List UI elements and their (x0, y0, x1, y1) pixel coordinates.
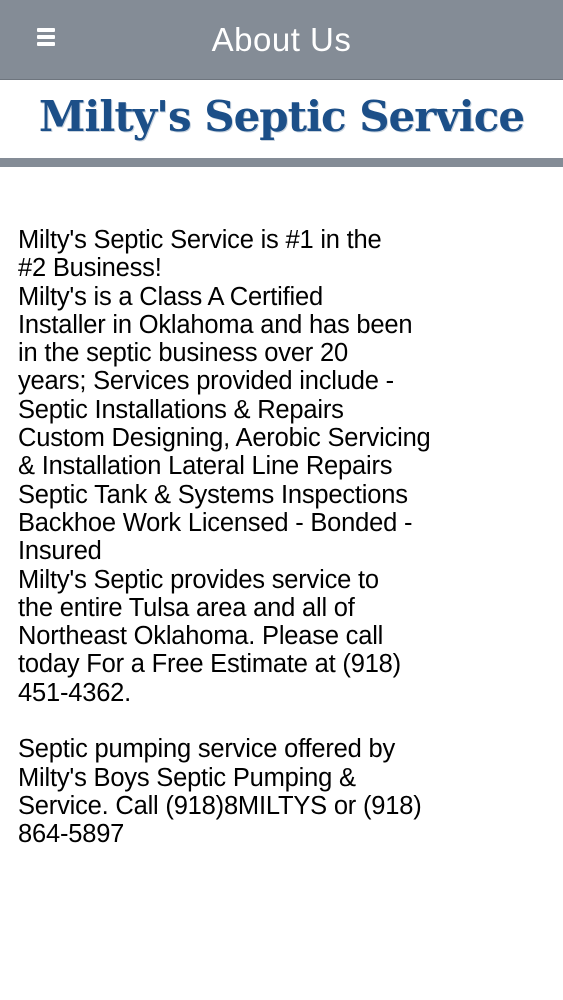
text-line: Backhoe Work Licensed - Bonded - (18, 508, 413, 537)
text-line: in the septic business over 20 (18, 339, 348, 368)
brand-banner: Milty's Septic Service (0, 80, 563, 158)
text-line: Milty's Septic Service is #1 in the (18, 226, 382, 254)
text-line: the entire Tulsa area and all of (18, 593, 355, 622)
text-line: Septic pumping service offered by (18, 735, 396, 764)
text-line: 451-4362. (18, 678, 132, 707)
about-paragraph-1: Milty's Septic Service is #1 in the #2 B… (18, 226, 548, 707)
text-line: & Installation Lateral Line Repairs (18, 452, 393, 481)
text-line: 864-5897 (18, 820, 125, 849)
brand-logo-text: Milty's Septic Service (38, 92, 525, 141)
banner-divider (0, 158, 563, 167)
text-line: Milty's is a Class A Certified (18, 282, 323, 311)
text-line: Septic Installations & Repairs (18, 395, 344, 424)
text-line: years; Services provided include - (18, 367, 394, 396)
about-paragraph-2: Septic pumping service offered by Milty'… (18, 735, 548, 848)
text-line: Septic Tank & Systems Inspections (18, 480, 408, 509)
text-line: today For a Free Estimate at (918) (18, 650, 401, 679)
text-line: Service. Call (918)8MILTYS or (918) (18, 791, 422, 820)
text-line: Custom Designing, Aerobic Servicing (18, 424, 431, 453)
text-line: Northeast Oklahoma. Please call (18, 622, 384, 651)
text-line: #2 Business! (18, 254, 162, 283)
about-content: Milty's Septic Service is #1 in the #2 B… (18, 226, 548, 849)
text-line: Milty's Boys Septic Pumping & (18, 763, 356, 792)
text-line: Insured (18, 537, 102, 566)
text-line: Milty's Septic provides service to (18, 565, 379, 594)
page-title: About Us (211, 21, 352, 58)
text-line: Installer in Oklahoma and has been (18, 310, 413, 339)
app-header-bar: About Us (0, 0, 563, 80)
